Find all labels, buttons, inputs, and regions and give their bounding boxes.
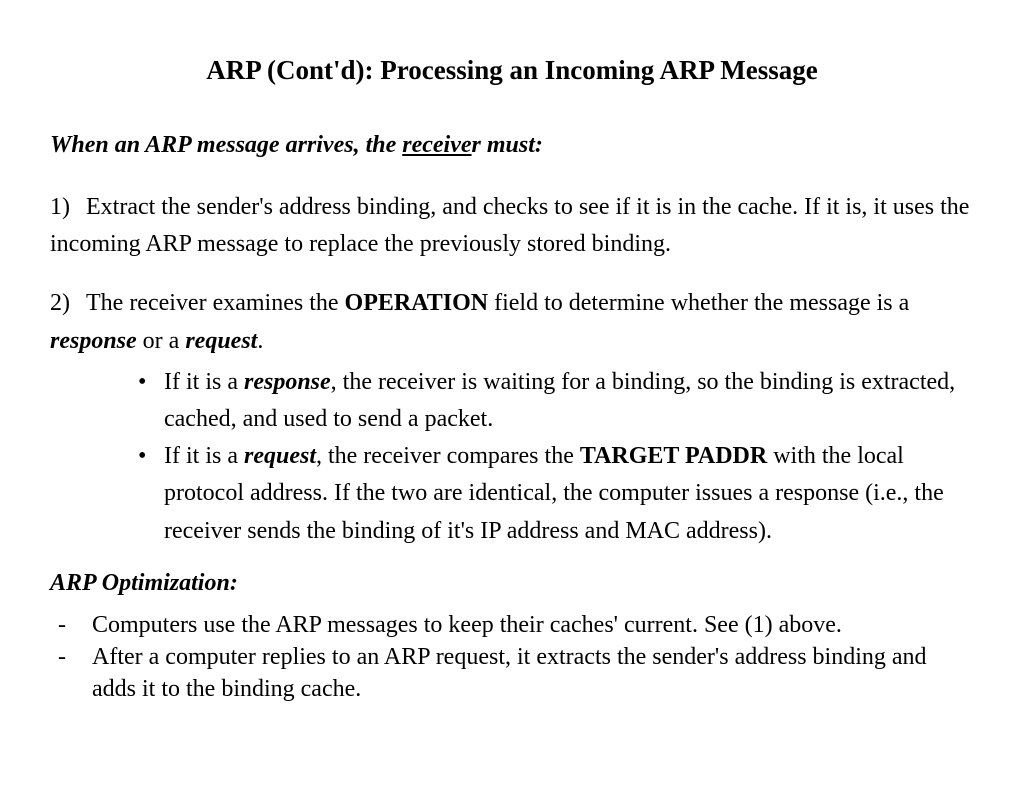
item-number: 2) bbox=[50, 285, 86, 322]
dash-item: Computers use the ARP messages to keep t… bbox=[58, 609, 974, 641]
intro-suffix: r must: bbox=[472, 132, 543, 158]
text-part: The receiver examines the bbox=[86, 290, 345, 316]
italic-bold-response: response bbox=[50, 328, 137, 354]
section-subhead: ARP Optimization: bbox=[50, 570, 974, 597]
text-part: , the receiver compares the bbox=[316, 443, 580, 469]
numbered-item-2: 2)The receiver examines the OPERATION fi… bbox=[50, 285, 974, 359]
bold-operation: OPERATION bbox=[345, 290, 489, 316]
bold-target-paddr: TARGET PADDR bbox=[580, 443, 767, 469]
italic-bold-response: response bbox=[244, 369, 331, 395]
page-title: ARP (Cont'd): Processing an Incoming ARP… bbox=[50, 55, 974, 86]
italic-bold-request: request bbox=[185, 328, 257, 354]
text-part: field to determine whether the message i… bbox=[488, 290, 909, 316]
text-part: . bbox=[257, 328, 263, 354]
intro-prefix: When an ARP message arrives, the bbox=[50, 132, 402, 158]
numbered-item-1: 1)Extract the sender's address binding, … bbox=[50, 189, 974, 263]
dash-list: Computers use the ARP messages to keep t… bbox=[58, 609, 974, 706]
text-part: or a bbox=[137, 328, 186, 354]
italic-bold-request: request bbox=[244, 443, 316, 469]
text-part: If it is a bbox=[164, 369, 244, 395]
bullet-item: If it is a response, the receiver is wai… bbox=[138, 364, 974, 438]
intro-line: When an ARP message arrives, the receive… bbox=[50, 132, 974, 159]
bullet-list: If it is a response, the receiver is wai… bbox=[138, 364, 974, 550]
item-number: 1) bbox=[50, 189, 86, 226]
text-part: If it is a bbox=[164, 443, 244, 469]
item-text: Extract the sender's address binding, an… bbox=[50, 194, 969, 257]
dash-item: After a computer replies to an ARP reque… bbox=[58, 641, 974, 706]
bullet-item: If it is a request, the receiver compare… bbox=[138, 438, 974, 550]
intro-underlined: receive bbox=[402, 132, 471, 158]
